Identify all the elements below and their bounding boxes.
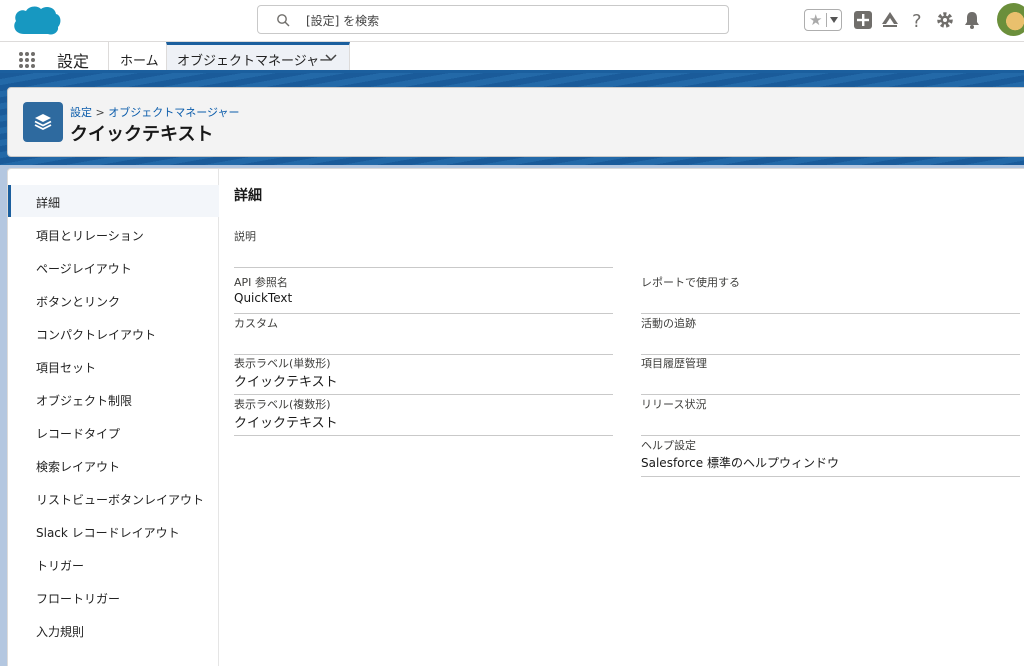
sidebar-item-label: フロートリガー <box>36 592 121 606</box>
breadcrumb-object-manager[interactable]: オブジェクトマネージャー <box>108 106 239 119</box>
svg-text:?: ? <box>912 11 922 30</box>
field-label: 活動の追跡 <box>641 317 696 330</box>
tab-home[interactable]: ホーム <box>120 50 159 69</box>
field-label: 説明 <box>234 230 256 243</box>
sidebar-item-label: コンパクトレイアウト <box>36 328 157 342</box>
sidebar-item-page-layouts[interactable]: ページレイアウト <box>8 251 219 283</box>
field-label-plural: 表示ラベル(複数形) クイックテキスト <box>234 396 613 436</box>
breadcrumb-setup[interactable]: 設定 <box>70 106 92 119</box>
breadcrumb: 設定 > オブジェクトマネージャー <box>70 104 239 120</box>
field-label: ヘルプ設定 <box>641 439 696 452</box>
sidebar-item-label: 入力規則 <box>36 625 85 639</box>
app-launcher-icon[interactable] <box>18 51 36 69</box>
sidebar-item-search-layouts[interactable]: 検索レイアウト <box>8 449 219 481</box>
object-sidebar: 詳細 項目とリレーション ページレイアウト ボタンとリンク コンパクトレイアウト… <box>8 169 219 666</box>
sidebar-item-label: 詳細 <box>36 196 61 210</box>
sidebar-item-flow-triggers[interactable]: フロートリガー <box>8 581 219 613</box>
section-title: 詳細 <box>234 188 262 204</box>
chevron-down-icon[interactable] <box>325 53 337 63</box>
sidebar-item-label: 項目セット <box>36 361 97 375</box>
field-label: 表示ラベル(複数形) <box>234 398 331 411</box>
sidebar-item-label: オブジェクト制限 <box>36 394 133 408</box>
search-placeholder: [設定] を検索 <box>306 14 380 28</box>
field-value: クイックテキスト <box>234 375 338 390</box>
field-history-tracking: 項目履歴管理 <box>641 355 1020 395</box>
field-label: 項目履歴管理 <box>641 357 707 370</box>
sidebar-item-label: ページレイアウト <box>36 262 132 276</box>
field-track-activities: 活動の追跡 <box>641 315 1020 355</box>
field-allow-reports: レポートで使用する <box>641 274 1020 314</box>
field-description: 説明 <box>234 228 613 268</box>
star-icon: ★ <box>809 11 823 29</box>
help-icon[interactable]: ? <box>907 10 927 30</box>
sidebar-item-label: 検索レイアウト <box>36 460 121 474</box>
layers-icon <box>34 114 52 131</box>
field-help-settings: ヘルプ設定 Salesforce 標準のヘルプウィンドウ <box>641 437 1020 477</box>
global-header: [設定] を検索 ★ ? <box>0 0 1024 42</box>
global-search-box[interactable]: [設定] を検索 <box>257 5 729 34</box>
sidebar-item-record-types[interactable]: レコードタイプ <box>8 416 219 448</box>
main-panel: 詳細 項目とリレーション ページレイアウト ボタンとリンク コンパクトレイアウト… <box>7 168 1024 666</box>
tab-object-manager[interactable]: オブジェクトマネージャー <box>166 42 350 70</box>
sidebar-item-object-limits[interactable]: オブジェクト制限 <box>8 383 219 415</box>
field-deployment-status: リリース状況 <box>641 396 1020 436</box>
sidebar-item-label: ボタンとリンク <box>36 295 121 309</box>
field-label-singular: 表示ラベル(単数形) クイックテキスト <box>234 355 613 395</box>
field-value: Salesforce 標準のヘルプウィンドウ <box>641 456 839 470</box>
tab-object-manager-label: オブジェクトマネージャー <box>177 54 333 69</box>
sidebar-item-fields-relationships[interactable]: 項目とリレーション <box>8 218 219 250</box>
sidebar-item-label: 項目とリレーション <box>36 229 144 243</box>
sidebar-item-label: リストビューボタンレイアウト <box>36 493 205 507</box>
chevron-down-icon[interactable] <box>826 13 840 27</box>
page-header: 設定 > オブジェクトマネージャー クイックテキスト <box>7 87 1024 157</box>
sidebar-item-slack-record-layout[interactable]: Slack レコードレイアウト <box>8 515 219 547</box>
sidebar-item-buttons-links[interactable]: ボタンとリンク <box>8 284 219 316</box>
user-avatar[interactable] <box>997 3 1024 36</box>
field-label: リリース状況 <box>641 398 707 411</box>
nav-divider <box>108 42 109 70</box>
trailhead-icon[interactable] <box>880 10 900 30</box>
sidebar-item-label: レコードタイプ <box>36 427 121 441</box>
field-label: 表示ラベル(単数形) <box>234 357 331 370</box>
field-label: カスタム <box>234 317 278 330</box>
sidebar-item-compact-layouts[interactable]: コンパクトレイアウト <box>8 317 219 349</box>
sidebar-item-triggers[interactable]: トリガー <box>8 548 219 580</box>
notification-bell-icon[interactable] <box>962 10 982 30</box>
favorites-button[interactable]: ★ <box>804 9 842 31</box>
field-value: クイックテキスト <box>234 416 338 431</box>
field-label: レポートで使用する <box>641 276 740 289</box>
field-custom: カスタム <box>234 315 613 355</box>
sidebar-item-label: Slack レコードレイアウト <box>36 526 180 540</box>
field-label: API 参照名 <box>234 276 288 289</box>
field-api-name: API 参照名 QuickText <box>234 274 613 314</box>
sidebar-item-label: トリガー <box>36 559 85 573</box>
field-value: QuickText <box>234 291 293 305</box>
sidebar-item-validation-rules[interactable]: 入力規則 <box>8 614 219 646</box>
gear-icon[interactable] <box>935 10 955 30</box>
sidebar-item-field-sets[interactable]: 項目セット <box>8 350 219 382</box>
app-name: 設定 <box>57 52 90 71</box>
details-content: 詳細 説明 API 参照名 QuickText カスタム 表示ラベル(単数形) … <box>234 169 1024 666</box>
sidebar-item-list-view-button-layout[interactable]: リストビューボタンレイアウト <box>8 482 219 514</box>
object-icon <box>23 102 63 142</box>
search-icon <box>277 14 290 27</box>
sidebar-item-details[interactable]: 詳細 <box>8 185 219 217</box>
salesforce-logo[interactable] <box>10 4 62 38</box>
page-title: クイックテキスト <box>70 124 214 145</box>
add-icon[interactable] <box>853 10 873 30</box>
app-navigation-bar: 設定 ホーム オブジェクトマネージャー <box>0 42 1024 73</box>
breadcrumb-separator: > <box>95 106 105 119</box>
